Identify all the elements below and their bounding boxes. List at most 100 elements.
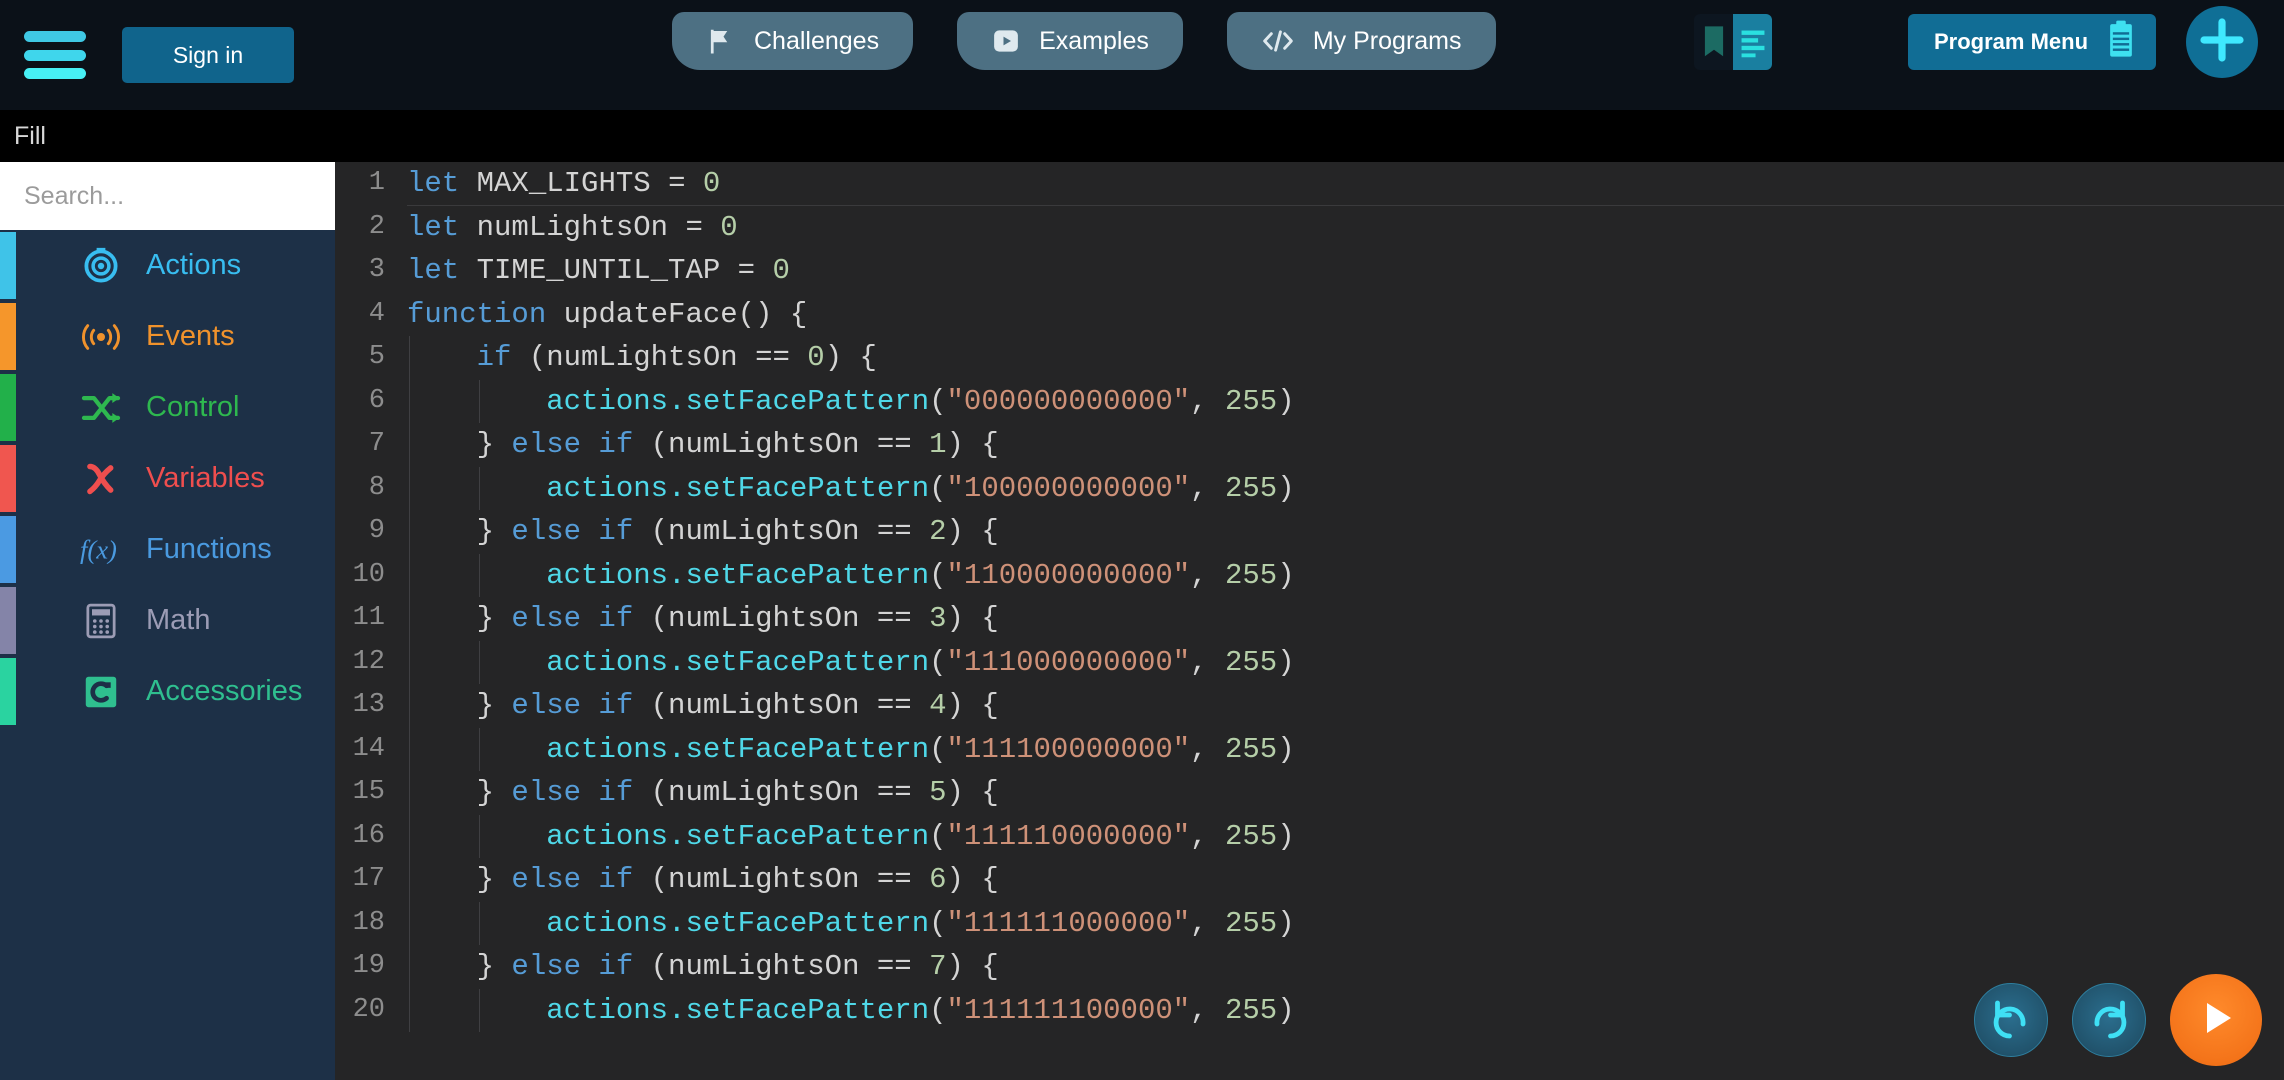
code-token: ) { bbox=[947, 515, 999, 548]
sidebar-item-stripe bbox=[0, 587, 16, 654]
code-line[interactable]: 12 actions.setFacePattern("111000000000"… bbox=[335, 641, 2284, 685]
view-toggle[interactable] bbox=[1694, 14, 1772, 70]
hamburger-menu-icon[interactable] bbox=[24, 31, 86, 79]
sidebar-item-math[interactable]: Math bbox=[0, 585, 335, 656]
line-number: 11 bbox=[335, 597, 407, 641]
code-token: (numLightsOn == bbox=[633, 863, 929, 896]
code-editor[interactable]: 1let MAX_LIGHTS = 02let numLightsOn = 03… bbox=[335, 162, 2284, 1080]
code-token: . bbox=[668, 385, 685, 418]
tab-examples[interactable]: Examples bbox=[957, 12, 1183, 70]
line-number: 10 bbox=[335, 554, 407, 598]
run-button[interactable] bbox=[2170, 974, 2262, 1066]
code-token: setFacePattern bbox=[685, 559, 929, 592]
indent-guide bbox=[479, 380, 480, 424]
code-line-text: actions.setFacePattern("000000000000", 2… bbox=[407, 380, 1295, 424]
sidebar-item-label: Math bbox=[146, 604, 210, 637]
code-line-text: } else if (numLightsOn == 6) { bbox=[407, 858, 999, 902]
code-line[interactable]: 13 } else if (numLightsOn == 4) { bbox=[335, 684, 2284, 728]
code-line[interactable]: 14 actions.setFacePattern("111100000000"… bbox=[335, 728, 2284, 772]
code-token: = bbox=[668, 167, 703, 200]
tab-my-programs-label: My Programs bbox=[1313, 27, 1462, 56]
code-token: else if bbox=[511, 863, 633, 896]
code-line[interactable]: 7 } else if (numLightsOn == 1) { bbox=[335, 423, 2284, 467]
indent-guide bbox=[409, 728, 410, 772]
code-line[interactable]: 1let MAX_LIGHTS = 0 bbox=[335, 162, 2284, 206]
sign-in-button[interactable]: Sign in bbox=[122, 27, 294, 83]
code-token: 0 bbox=[772, 254, 789, 287]
line-number: 2 bbox=[335, 206, 407, 250]
code-token bbox=[407, 907, 546, 940]
code-token: function bbox=[407, 298, 546, 331]
code-line[interactable]: 9 } else if (numLightsOn == 2) { bbox=[335, 510, 2284, 554]
list-lines-icon[interactable] bbox=[1733, 14, 1772, 70]
sidebar-item-stripe bbox=[0, 516, 16, 583]
search-input[interactable] bbox=[24, 182, 346, 211]
code-line[interactable]: 4function updateFace() { bbox=[335, 293, 2284, 337]
code-line[interactable]: 15 } else if (numLightsOn == 5) { bbox=[335, 771, 2284, 815]
code-token: actions bbox=[546, 385, 668, 418]
sidebar-item-functions[interactable]: f(x)Functions bbox=[0, 514, 335, 585]
sidebar-item-accessories[interactable]: Accessories bbox=[0, 656, 335, 727]
code-token: 255 bbox=[1225, 733, 1277, 766]
code-token: if bbox=[477, 341, 512, 374]
book-icon[interactable] bbox=[1694, 14, 1733, 70]
code-line[interactable]: 10 actions.setFacePattern("110000000000"… bbox=[335, 554, 2284, 598]
sidebar-item-variables[interactable]: Variables bbox=[0, 443, 335, 514]
tab-challenges[interactable]: Challenges bbox=[672, 12, 913, 70]
sidebar-item-events[interactable]: Events bbox=[0, 301, 335, 372]
code-token: (numLightsOn == bbox=[633, 428, 929, 461]
code-token: , bbox=[1190, 472, 1225, 505]
sidebar-item-control[interactable]: Control bbox=[0, 372, 335, 443]
undo-button[interactable] bbox=[1974, 983, 2048, 1057]
code-token: = bbox=[685, 211, 720, 244]
code-token: ( bbox=[929, 820, 946, 853]
code-token: "111000000000" bbox=[947, 646, 1191, 679]
code-token: "111111100000" bbox=[947, 994, 1191, 1027]
code-token: let bbox=[407, 167, 459, 200]
code-token: else if bbox=[511, 950, 633, 983]
code-token: ) bbox=[1277, 559, 1294, 592]
sidebar-item-actions[interactable]: Actions bbox=[0, 230, 335, 301]
code-token: setFacePattern bbox=[685, 733, 929, 766]
code-line[interactable]: 6 actions.setFacePattern("000000000000",… bbox=[335, 380, 2284, 424]
indent-guide bbox=[409, 467, 410, 511]
code-token: "100000000000" bbox=[947, 472, 1191, 505]
line-number: 18 bbox=[335, 902, 407, 946]
sidebar-item-stripe bbox=[0, 232, 16, 299]
code-line[interactable]: 18 actions.setFacePattern("111111000000"… bbox=[335, 902, 2284, 946]
code-token: ) { bbox=[947, 950, 999, 983]
search-box[interactable] bbox=[0, 162, 335, 230]
code-token: ( bbox=[929, 559, 946, 592]
code-line[interactable]: 5 if (numLightsOn == 0) { bbox=[335, 336, 2284, 380]
clipboard-icon bbox=[2106, 20, 2136, 64]
code-line[interactable]: 8 actions.setFacePattern("100000000000",… bbox=[335, 467, 2284, 511]
code-line[interactable]: 17 } else if (numLightsOn == 6) { bbox=[335, 858, 2284, 902]
code-token: 255 bbox=[1225, 385, 1277, 418]
tab-examples-label: Examples bbox=[1039, 27, 1149, 56]
add-new-button[interactable] bbox=[2186, 6, 2258, 78]
code-line[interactable]: 11 } else if (numLightsOn == 3) { bbox=[335, 597, 2284, 641]
indent-guide bbox=[409, 945, 410, 989]
code-brackets-icon bbox=[1261, 26, 1295, 56]
line-number: 13 bbox=[335, 684, 407, 728]
code-token: MAX_LIGHTS bbox=[459, 167, 668, 200]
redo-button[interactable] bbox=[2072, 983, 2146, 1057]
code-token: 255 bbox=[1225, 820, 1277, 853]
program-menu-button[interactable]: Program Menu bbox=[1908, 14, 2156, 70]
play-square-icon bbox=[991, 26, 1021, 56]
code-token: "000000000000" bbox=[947, 385, 1191, 418]
code-line[interactable]: 3let TIME_UNTIL_TAP = 0 bbox=[335, 249, 2284, 293]
tab-my-programs[interactable]: My Programs bbox=[1227, 12, 1496, 70]
broadcast-icon bbox=[78, 320, 124, 354]
code-token: 7 bbox=[929, 950, 946, 983]
indent-guide bbox=[409, 380, 410, 424]
code-line[interactable]: 2let numLightsOn = 0 bbox=[335, 206, 2284, 250]
code-token: ) bbox=[1277, 820, 1294, 853]
target-eye-icon bbox=[78, 247, 124, 285]
code-line-text: let numLightsOn = 0 bbox=[407, 206, 738, 250]
code-line-text: function updateFace() { bbox=[407, 293, 807, 337]
code-line[interactable]: 16 actions.setFacePattern("111110000000"… bbox=[335, 815, 2284, 859]
sidebar-item-stripe bbox=[0, 374, 16, 441]
line-number: 19 bbox=[335, 945, 407, 989]
indent-guide bbox=[479, 467, 480, 511]
